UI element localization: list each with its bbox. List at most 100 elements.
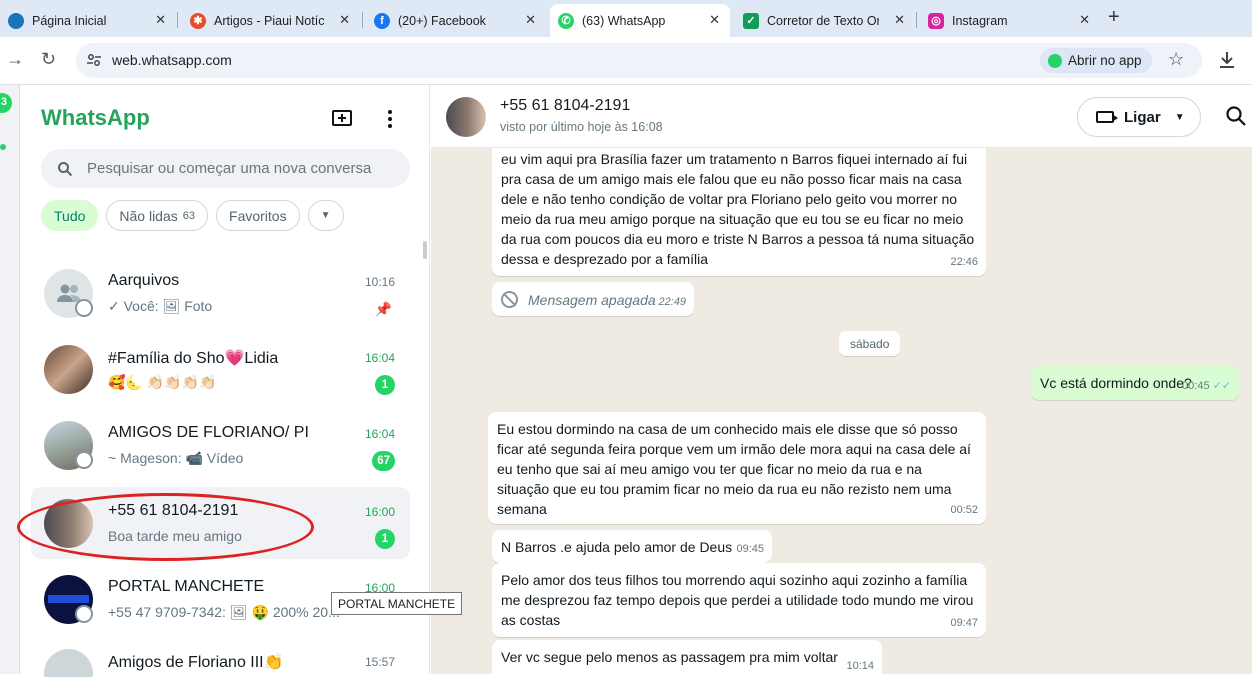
close-icon[interactable]: ✕ — [155, 12, 166, 28]
download-icon[interactable] — [1216, 49, 1238, 71]
filter-favorites[interactable]: Favoritos — [216, 200, 300, 231]
unread-badge: 1 — [375, 375, 395, 395]
omnibox[interactable]: web.whatsapp.com Abrir no app ☆ — [76, 43, 1202, 78]
search-icon — [58, 162, 73, 177]
app-rail: 3 — [0, 85, 20, 674]
joomla-icon: ✱ — [190, 12, 206, 29]
reload-icon[interactable]: ↻ — [41, 49, 56, 70]
tooltip: PORTAL MANCHETE — [331, 592, 463, 615]
scrollbar-thumb[interactable] — [423, 241, 427, 259]
chat-row-amigos-floriano[interactable]: AMIGOS DE FLORIANO/ PI ~ Mageson: 📹 Víde… — [31, 409, 410, 481]
message-time: 09:45 — [736, 543, 764, 555]
edge-globe-icon — [8, 12, 24, 29]
conversation-header[interactable]: +55 61 8104-2191 visto por último hoje à… — [431, 85, 1252, 148]
search-placeholder: Pesquisar ou começar uma nova conversa — [87, 160, 372, 177]
forward-icon[interactable]: → — [6, 49, 24, 70]
tab-pagina-inicial[interactable]: Página Inicial ✕ — [0, 4, 176, 37]
message-time: 22:46 — [950, 256, 978, 268]
corrector-icon: ✓ — [743, 12, 759, 29]
message-time: 22:49 — [658, 296, 686, 308]
filter-all[interactable]: Tudo — [41, 200, 99, 231]
chat-row-familia[interactable]: #Família do Sho💗Lidia 🥰🌜 👏🏻👏🏻👏🏻👏🏻 16:04 … — [31, 333, 410, 405]
tab-artigos[interactable]: ✱ Artigos - Piaui Notícias ✕ — [182, 4, 360, 37]
chat-preview: 🥰🌜 👏🏻👏🏻👏🏻👏🏻 — [108, 374, 217, 390]
video-camera-icon — [1096, 111, 1118, 123]
avatar — [44, 649, 93, 677]
close-icon[interactable]: ✕ — [339, 12, 350, 28]
message-time-wrap: 00:45 ✓✓ — [1182, 376, 1231, 396]
contact-name: +55 61 8104-2191 — [500, 97, 631, 114]
filter-more-dropdown[interactable]: ▼ — [307, 200, 344, 231]
message-in[interactable]: Eu estou dormindo na casa de um conhecid… — [488, 412, 986, 524]
tab-facebook[interactable]: f (20+) Facebook ✕ — [366, 4, 546, 37]
menu-icon[interactable] — [378, 107, 402, 131]
tab-instagram[interactable]: ◎ Instagram ✕ — [920, 4, 1100, 37]
message-text: Eu estou dormindo na casa de um conhecid… — [497, 421, 971, 517]
message-in[interactable]: Ver vc segue pelo menos as passagem pra … — [492, 640, 882, 674]
browser-tab-bar: Página Inicial ✕ ✱ Artigos - Piaui Notíc… — [0, 0, 1252, 37]
tab-corretor[interactable]: ✓ Corretor de Texto Ortográfico ✕ — [735, 4, 915, 37]
last-seen: visto por último hoje às 16:08 — [500, 120, 663, 134]
chat-name: Amigos de Floriano III👏 — [108, 654, 284, 671]
open-in-app-button[interactable]: Abrir no app — [1040, 48, 1152, 73]
close-icon[interactable]: ✕ — [709, 12, 720, 28]
message-text: Vc está dormindo onde? — [1040, 375, 1192, 391]
bookmark-star-icon[interactable]: ☆ — [1168, 49, 1184, 70]
message-in[interactable]: N Barros .e ajuda pelo amor de Deus 09:4… — [492, 530, 772, 563]
message-out[interactable]: Vc está dormindo onde? 00:45 ✓✓ — [1031, 366, 1239, 400]
chat-name: AMIGOS DE FLORIANO/ PI — [108, 424, 309, 441]
status-dot — [0, 144, 6, 150]
message-in[interactable]: Pelo amor dos teus filhos tou morrendo a… — [492, 563, 986, 637]
url-text: web.whatsapp.com — [112, 52, 232, 68]
day-separator: sábado — [839, 331, 901, 356]
chat-row-aarquivos[interactable]: Aarquivos ✓ Você: 🖼 Foto 10:16 📌 — [31, 257, 410, 329]
instagram-icon: ◎ — [928, 12, 944, 29]
whatsapp-icon — [1048, 53, 1062, 68]
unread-badge: 1 — [375, 529, 395, 549]
chat-row-amigos-floriano-iii[interactable]: Amigos de Floriano III👏 15:57 — [31, 637, 410, 677]
message-text: Ver vc segue pelo menos as passagem pra … — [501, 649, 838, 665]
search-input[interactable]: Pesquisar ou começar uma nova conversa — [41, 149, 410, 188]
chat-time: 16:00 — [364, 505, 395, 519]
whatsapp-icon: ✆ — [558, 12, 574, 29]
close-icon[interactable]: ✕ — [1079, 12, 1090, 28]
chat-time: 15:57 — [364, 655, 395, 669]
call-button[interactable]: Ligar ▼ — [1077, 97, 1201, 137]
message-text: Pelo amor dos teus filhos tou morrendo a… — [501, 572, 974, 628]
chat-preview: ~ Mageson: 📹 Vídeo — [108, 450, 244, 466]
chat-list-panel: WhatsApp Pesquisar ou começar uma nova c… — [21, 85, 430, 677]
message-text: eu vim aqui pra Brasília fazer um tratam… — [501, 151, 975, 267]
message-time: 00:45 — [1182, 380, 1210, 392]
chat-time: 16:04 — [364, 427, 395, 441]
chat-name: PORTAL MANCHETE — [108, 578, 265, 595]
app-title: WhatsApp — [41, 105, 150, 130]
contact-avatar[interactable] — [446, 97, 486, 137]
chat-preview: ✓ Você: 🖼 Foto — [108, 298, 213, 314]
site-info-icon[interactable] — [86, 52, 102, 68]
chat-name: Aarquivos — [108, 272, 180, 289]
chat-time: 10:16 — [364, 275, 395, 289]
chat-name: #Família do Sho💗Lidia — [108, 350, 279, 367]
filter-unread[interactable]: Não lidas 63 — [106, 200, 209, 231]
rail-unread-badge: 3 — [0, 93, 12, 113]
chat-preview: +55 47 9709-7342: 🖼 🤑 200% 20... — [108, 604, 340, 620]
new-tab-button[interactable]: + — [1108, 6, 1120, 29]
new-chat-icon[interactable] — [330, 107, 354, 131]
status-ring-icon — [75, 605, 93, 623]
close-icon[interactable]: ✕ — [894, 12, 905, 28]
close-icon[interactable]: ✕ — [525, 12, 536, 28]
chevron-down-icon: ▼ — [1174, 111, 1185, 123]
pin-icon: 📌 — [374, 301, 392, 317]
search-icon[interactable] — [1225, 105, 1247, 127]
chat-time: 16:04 — [364, 351, 395, 365]
red-circle-annotation — [17, 493, 314, 561]
message-text: Mensagem apagada — [528, 291, 656, 308]
message-deleted[interactable]: Mensagem apagada 22:49 — [492, 282, 694, 316]
message-in[interactable]: eu vim aqui pra Brasília fazer um tratam… — [492, 142, 986, 276]
tab-whatsapp[interactable]: ✆ (63) WhatsApp ✕ — [550, 4, 730, 37]
message-text: N Barros .e ajuda pelo amor de Deus — [501, 539, 733, 555]
deleted-message-icon — [501, 291, 518, 308]
status-ring-icon — [75, 299, 93, 317]
message-time: 00:52 — [950, 504, 978, 516]
address-bar-row: → ↻ web.whatsapp.com Abrir no app ☆ — [0, 37, 1252, 85]
